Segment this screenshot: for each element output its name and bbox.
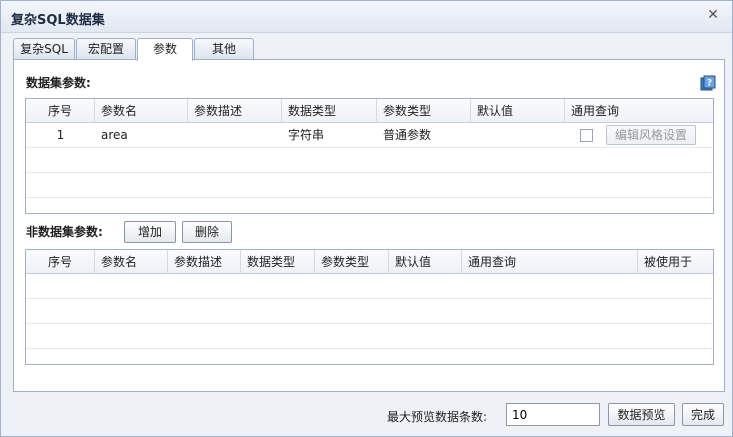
param-data-type: 字符串 <box>288 128 325 142</box>
max-preview-rows-input[interactable] <box>506 403 600 426</box>
non-dataset-params-label: 非数据集参数: <box>26 225 103 239</box>
row-index: 1 <box>56 128 65 142</box>
done-button[interactable]: 完成 <box>682 403 724 426</box>
column-header[interactable]: 参数描述 <box>168 250 241 274</box>
column-header[interactable]: 数据类型 <box>282 99 377 123</box>
dialog-title: 复杂SQL数据集 <box>11 13 105 28</box>
data-preview-button[interactable]: 数据预览 <box>608 403 675 426</box>
max-preview-rows-label: 最大预览数据条数: <box>387 410 488 424</box>
tab-other[interactable]: 其他 <box>194 38 254 60</box>
column-header[interactable]: 参数名 <box>95 99 188 123</box>
column-header[interactable]: 参数描述 <box>188 99 282 123</box>
param-name: area <box>101 128 128 142</box>
edit-style-button[interactable]: 编辑风格设置 <box>606 125 696 145</box>
help-icon[interactable]: ? <box>700 75 716 91</box>
table-header: 序号 参数名 参数描述 数据类型 参数类型 默认值 通用查询 被使用于 <box>26 250 713 274</box>
tab-complex-sql[interactable]: 复杂SQL <box>13 38 75 60</box>
param-type: 普通参数 <box>383 128 432 142</box>
tab-macro-config[interactable]: 宏配置 <box>76 38 136 60</box>
param-description <box>188 123 282 148</box>
column-header[interactable]: 参数类型 <box>377 99 471 123</box>
column-header[interactable]: 通用查询 <box>462 250 638 274</box>
column-header[interactable]: 序号 <box>26 250 95 274</box>
column-header[interactable]: 通用查询 <box>565 99 713 123</box>
column-header[interactable]: 参数类型 <box>315 250 389 274</box>
table-row[interactable]: 1 area 字符串 普通参数 编辑风格设置 <box>26 123 713 148</box>
column-header[interactable]: 数据类型 <box>241 250 315 274</box>
table-row <box>26 173 713 198</box>
general-query-checkbox[interactable] <box>580 129 593 142</box>
close-icon[interactable]: ✕ <box>706 8 720 22</box>
table-row <box>26 299 713 324</box>
tab-parameters[interactable]: 参数 <box>137 38 193 61</box>
column-header[interactable]: 被使用于 <box>638 250 713 274</box>
column-header[interactable]: 默认值 <box>389 250 462 274</box>
non-dataset-params-table: 序号 参数名 参数描述 数据类型 参数类型 默认值 通用查询 被使用于 <box>25 249 714 365</box>
table-row <box>26 324 713 349</box>
param-default <box>471 123 565 148</box>
dataset-params-table: 序号 参数名 参数描述 数据类型 参数类型 默认值 通用查询 1 area 字符… <box>25 98 714 214</box>
column-header[interactable]: 参数名 <box>95 250 168 274</box>
table-row <box>26 148 713 173</box>
delete-button[interactable]: 删除 <box>182 221 232 243</box>
dialog-window: 复杂SQL数据集 ✕ 复杂SQL 宏配置 参数 其他 数据集参数: ? 序号 参… <box>0 0 733 437</box>
table-row <box>26 274 713 299</box>
add-button[interactable]: 增加 <box>124 221 176 243</box>
table-header: 序号 参数名 参数描述 数据类型 参数类型 默认值 通用查询 <box>26 99 713 123</box>
svg-text:?: ? <box>707 79 712 89</box>
column-header[interactable]: 默认值 <box>471 99 565 123</box>
title-bar[interactable]: 复杂SQL数据集 ✕ <box>1 1 732 33</box>
parameters-panel: 数据集参数: ? 序号 参数名 参数描述 数据类型 参数类型 默认值 通用查询 … <box>13 59 725 392</box>
column-header[interactable]: 序号 <box>26 99 95 123</box>
dataset-params-label: 数据集参数: <box>26 76 91 90</box>
